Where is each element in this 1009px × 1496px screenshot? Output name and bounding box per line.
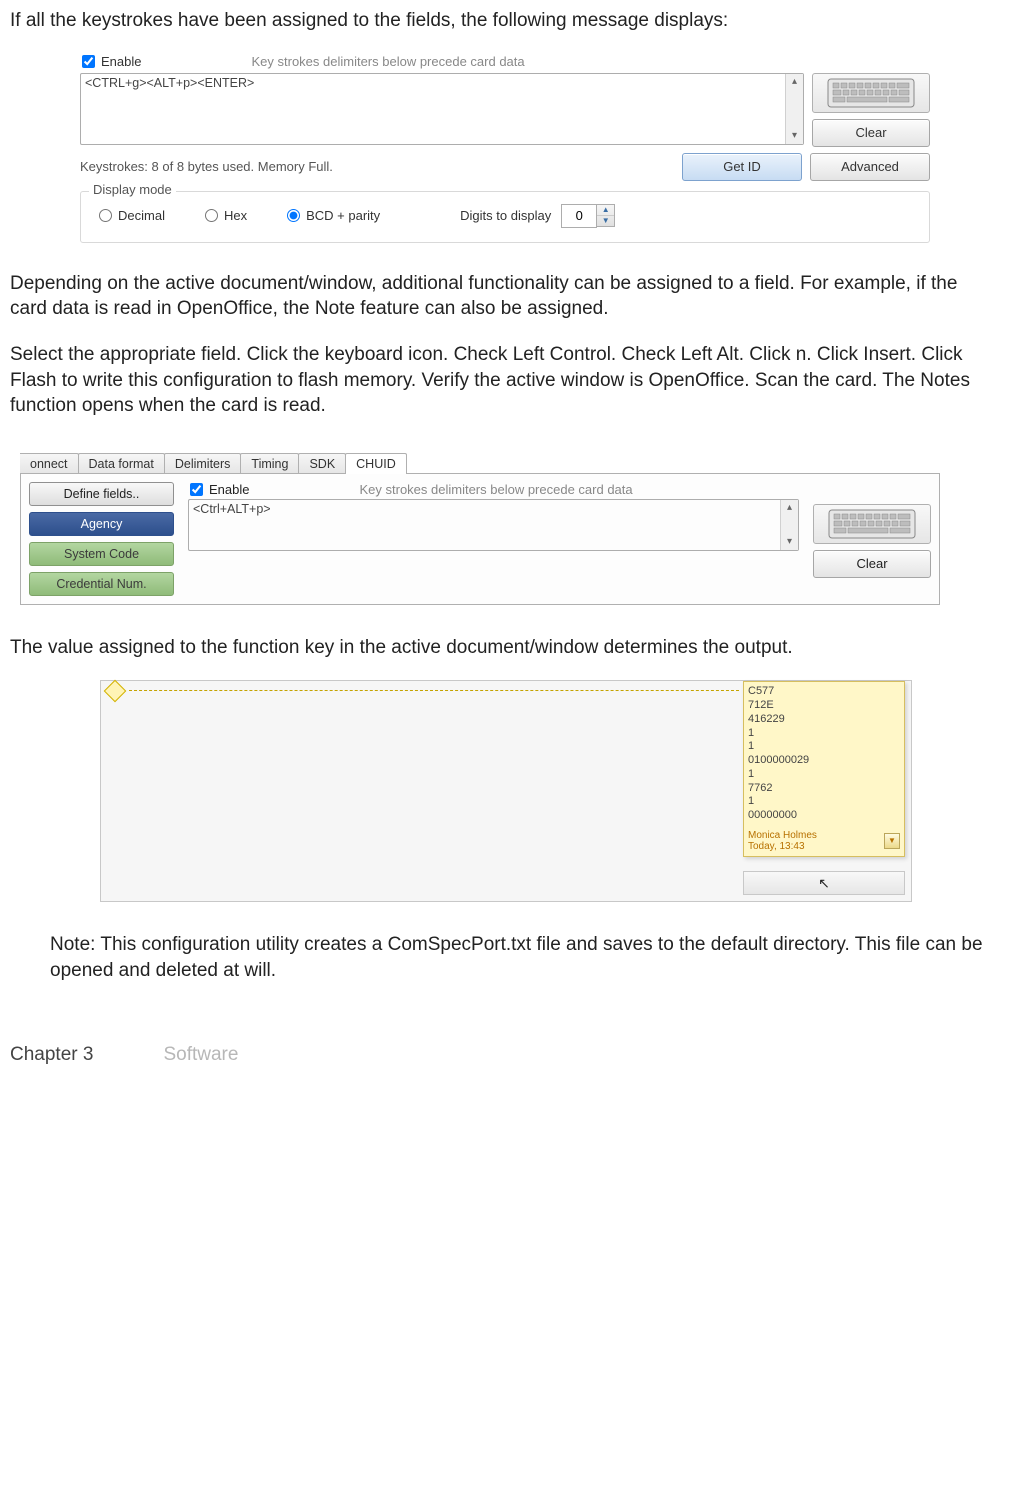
intro-para: If all the keystrokes have been assigned… [10,8,999,34]
note-meta: Monica Holmes Today, 13:43 [748,830,817,852]
note-dropdown-icon[interactable]: ▼ [884,833,900,849]
keystrokes-panel: Enable Key strokes delimiters below prec… [80,54,930,243]
tab-timing[interactable]: Timing [240,453,299,473]
spinner-buttons[interactable]: ▲▼ [597,204,615,227]
radio-hex[interactable]: Hex [205,208,247,223]
keystrokes-value: <CTRL+g><ALT+p><ENTER> [81,74,785,144]
cursor-icon: ↖ [818,875,830,892]
tab-delimiters[interactable]: Delimiters [164,453,242,473]
keyboard-icon[interactable] [812,73,930,113]
enable-label-1: Enable [101,54,141,69]
chuid-panel: onnect Data format Delimiters Timing SDK… [20,449,940,605]
footer-section: Software [163,1044,238,1066]
get-id-button[interactable]: Get ID [682,153,802,181]
radio-bcd[interactable]: BCD + parity [287,208,380,223]
sticky-note[interactable]: C577 712E 416229 1 1 0100000029 1 7762 1… [743,681,905,857]
system-code-button[interactable]: System Code [29,542,174,566]
tab-connect[interactable]: onnect [20,453,79,473]
scrollbar-2[interactable]: ▴▾ [780,500,798,550]
advanced-button[interactable]: Advanced [810,153,930,181]
keystrokes-value-2: <Ctrl+ALT+p> [189,500,780,550]
define-fields-button[interactable]: Define fields.. [29,482,174,506]
para-depending: Depending on the active document/window,… [10,271,999,322]
scrollbar[interactable]: ▴▾ [785,74,803,144]
para-note-config: Note: This configuration utility creates… [50,932,999,983]
note-content: C577 712E 416229 1 1 0100000029 1 7762 1… [744,682,904,826]
enable-checkbox-1[interactable] [82,55,95,68]
agency-button[interactable]: Agency [29,512,174,536]
note-anchor-icon [104,680,127,703]
digits-label: Digits to display [460,208,551,223]
tab-sdk[interactable]: SDK [298,453,346,473]
tab-bar: onnect Data format Delimiters Timing SDK… [20,449,940,473]
tab-data-format[interactable]: Data format [78,453,165,473]
digits-spinner[interactable]: ▲▼ [561,204,615,228]
footer-chapter: Chapter 3 [10,1044,93,1066]
clear-button-2[interactable]: Clear [813,550,931,578]
enable-checkbox-2[interactable] [190,483,203,496]
digits-input[interactable] [561,204,597,228]
para-value-assigned: The value assigned to the function key i… [10,635,999,661]
display-mode-fieldset: Display mode Decimal Hex BCD + parity Di… [80,191,930,243]
radio-decimal[interactable]: Decimal [99,208,165,223]
enable-label-2: Enable [209,482,249,497]
note-leader-line [129,690,739,691]
caption-1: Key strokes delimiters below precede car… [251,54,524,69]
para-select: Select the appropriate field. Click the … [10,342,999,419]
tab-chuid[interactable]: CHUID [345,453,407,474]
note-output-panel: C577 712E 416229 1 1 0100000029 1 7762 1… [100,680,912,902]
credential-num-button[interactable]: Credential Num. [29,572,174,596]
keyboard-icon-2[interactable] [813,504,931,544]
keystrokes-textarea-2[interactable]: <Ctrl+ALT+p> ▴▾ [188,499,799,551]
display-mode-legend: Display mode [89,182,176,197]
caption-2: Key strokes delimiters below precede car… [359,482,632,497]
keystrokes-textarea[interactable]: <CTRL+g><ALT+p><ENTER> ▴▾ [80,73,804,145]
note-toolbar: ↖ [743,871,905,895]
memory-status: Keystrokes: 8 of 8 bytes used. Memory Fu… [80,159,674,174]
clear-button-1[interactable]: Clear [812,119,930,147]
page-footer: Chapter 3 Software [10,1044,999,1066]
